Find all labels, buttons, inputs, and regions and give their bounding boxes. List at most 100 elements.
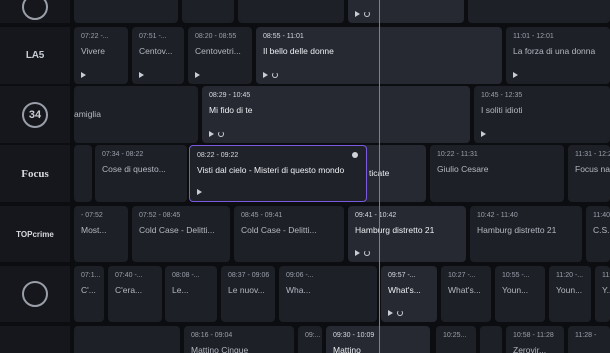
program-cell[interactable]: 07:40 -... C'era... [108, 266, 162, 322]
program-cell-live[interactable]: ticate [362, 145, 426, 202]
program-title: Wha... [286, 285, 311, 295]
channel-row-34: 34 amiglia 08:29 - 10:45 Mi fido di te 1… [0, 86, 610, 143]
program-cell[interactable]: 08:16 - 09:04 Mattino Cinque [184, 326, 294, 353]
play-icon[interactable] [355, 11, 360, 17]
program-cell[interactable]: 07:34 - 08:22 Cose di questo... [95, 145, 187, 202]
channel-logo-topcrime[interactable]: TOPcrime [0, 206, 70, 262]
play-icon[interactable] [139, 72, 144, 78]
program-time: 07:40 -... [115, 272, 143, 279]
program-cell[interactable]: 10:58 - 11:28 Zerovir... [506, 326, 564, 353]
channel-logo-icon [22, 0, 48, 20]
program-title: Zerovir... [513, 345, 547, 353]
program-time: 07:51 -... [139, 33, 167, 40]
channel-logo-giallo[interactable] [0, 266, 70, 322]
program-time: 07:34 - 08:22 [102, 151, 144, 158]
program-cell[interactable]: 08:37 - 09:06 Le nuov... [221, 266, 275, 322]
program-time: 09:06 -... [286, 272, 314, 279]
play-icon[interactable] [355, 250, 360, 256]
channel-row-topcrime: TOPcrime - 07:52 Most... 07:52 - 08:45 C… [0, 206, 610, 262]
play-icon[interactable] [209, 131, 214, 137]
program-cell[interactable]: 08:20 - 08:55 Centovetri... [188, 27, 252, 84]
restart-icon[interactable] [397, 310, 403, 316]
program-cell[interactable]: 08:08 -... Le... [165, 266, 217, 322]
program-time: 11:... [602, 272, 610, 279]
play-icon[interactable] [481, 131, 486, 137]
play-icon[interactable] [263, 72, 268, 78]
program-time: 11:31 - 12:26 [575, 151, 610, 158]
program-cell[interactable]: 08:45 - 09:41 Cold Case - Delitti... [234, 206, 344, 262]
play-icon[interactable] [388, 310, 393, 316]
program-cell-selected[interactable]: 08:22 - 09:22 Visti dal cielo - Misteri … [189, 145, 367, 202]
channel-logo[interactable] [0, 0, 70, 23]
program-cell[interactable]: 10:55 -... Youn... [495, 266, 545, 322]
program-cell[interactable] [74, 0, 178, 23]
play-icon[interactable] [513, 72, 518, 78]
restart-icon[interactable] [364, 250, 370, 256]
program-cell[interactable]: 10:45 - 12:35 I soliti idioti [474, 86, 610, 143]
channel-row-la5: LA5 07:22 -... Vivere 07:51 -... Centov.… [0, 27, 610, 84]
program-title: amiglia [74, 109, 101, 119]
program-cell[interactable]: 07:22 -... Vivere [74, 27, 128, 84]
channel-logo-focus[interactable]: Focus [0, 145, 70, 202]
program-cell[interactable]: 10:22 - 11:31 Giulio Cesare [430, 145, 564, 202]
program-cell[interactable] [182, 0, 234, 23]
program-title: What's... [448, 285, 481, 295]
tv-guide-grid: LA5 07:22 -... Vivere 07:51 -... Centov.… [0, 0, 610, 353]
program-cell[interactable]: 10:25... [436, 326, 476, 353]
program-cell[interactable]: 11:01 - 12:01 La forza di una donna [506, 27, 610, 84]
program-time: 08:45 - 09:41 [241, 212, 283, 219]
channel-logo-la5[interactable]: LA5 [0, 27, 70, 84]
program-cell[interactable] [74, 326, 180, 353]
program-cell[interactable]: 11:20 -... Youn... [549, 266, 591, 322]
play-icon[interactable] [197, 189, 202, 195]
channel-logo-icon [22, 281, 48, 307]
info-icon[interactable] [352, 152, 358, 158]
program-cell[interactable]: 07:51 -... Centov... [132, 27, 184, 84]
program-cell[interactable]: 11:40 - C.S.I. [586, 206, 610, 262]
program-cell[interactable]: 11:... Y... [595, 266, 610, 322]
program-cell[interactable] [74, 145, 92, 202]
program-cell[interactable]: 10:42 - 11:40 Hamburg distretto 21 [470, 206, 582, 262]
program-cell-live[interactable]: 08:29 - 10:45 Mi fido di te [202, 86, 470, 143]
program-cell[interactable]: 11:28 - [568, 326, 610, 353]
program-time: 11:28 - [575, 332, 597, 339]
restart-icon[interactable] [364, 11, 370, 17]
channel-logo-label: Focus [21, 167, 49, 180]
program-time: 09:41 - 10:42 [355, 212, 397, 219]
program-cell-live[interactable]: 09:57 -... What's... [381, 266, 437, 322]
program-title: Mattino Cinque [191, 345, 249, 353]
program-cell[interactable] [238, 0, 344, 23]
program-cell[interactable]: 10:27 -... What's... [441, 266, 491, 322]
program-cell[interactable] [480, 326, 502, 353]
program-cell-live[interactable] [348, 0, 464, 23]
program-cell[interactable]: 07:1... C'... [74, 266, 104, 322]
program-cell[interactable]: amiglia [74, 86, 198, 143]
restart-icon[interactable] [218, 131, 224, 137]
program-time: 08:29 - 10:45 [209, 92, 251, 99]
program-title: Y... [602, 285, 610, 295]
program-title: C'... [81, 285, 96, 295]
program-cell[interactable]: 11:31 - 12:26 Focus na... [568, 145, 610, 202]
play-icon[interactable] [81, 72, 86, 78]
channel-logo[interactable] [0, 326, 70, 353]
current-time-indicator [379, 0, 380, 353]
program-cell[interactable]: - 07:52 Most... [74, 206, 128, 262]
channel-logo-34[interactable]: 34 [0, 86, 70, 143]
program-cell-live[interactable]: 09:41 - 10:42 Hamburg distretto 21 [348, 206, 466, 262]
program-title: Vivere [81, 46, 105, 56]
program-time: 10:27 -... [448, 272, 476, 279]
program-cell[interactable]: 09:06 -... Wha... [279, 266, 377, 322]
program-title: Mattino [333, 345, 361, 353]
program-time: 07:52 - 08:45 [139, 212, 181, 219]
restart-icon[interactable] [272, 72, 278, 78]
program-cell[interactable]: 07:52 - 08:45 Cold Case - Delitti... [132, 206, 230, 262]
program-cell[interactable] [468, 0, 610, 23]
program-title: Youn... [502, 285, 529, 295]
program-title: Mi fido di te [209, 105, 253, 115]
program-title: What's... [388, 285, 421, 295]
program-time: 08:37 - 09:06 [228, 272, 270, 279]
program-cell[interactable]: 09:... [298, 326, 322, 353]
program-cell-live[interactable]: 09:30 - 10:09 Mattino [326, 326, 430, 353]
program-time: 10:22 - 11:31 [437, 151, 478, 158]
play-icon[interactable] [195, 72, 200, 78]
